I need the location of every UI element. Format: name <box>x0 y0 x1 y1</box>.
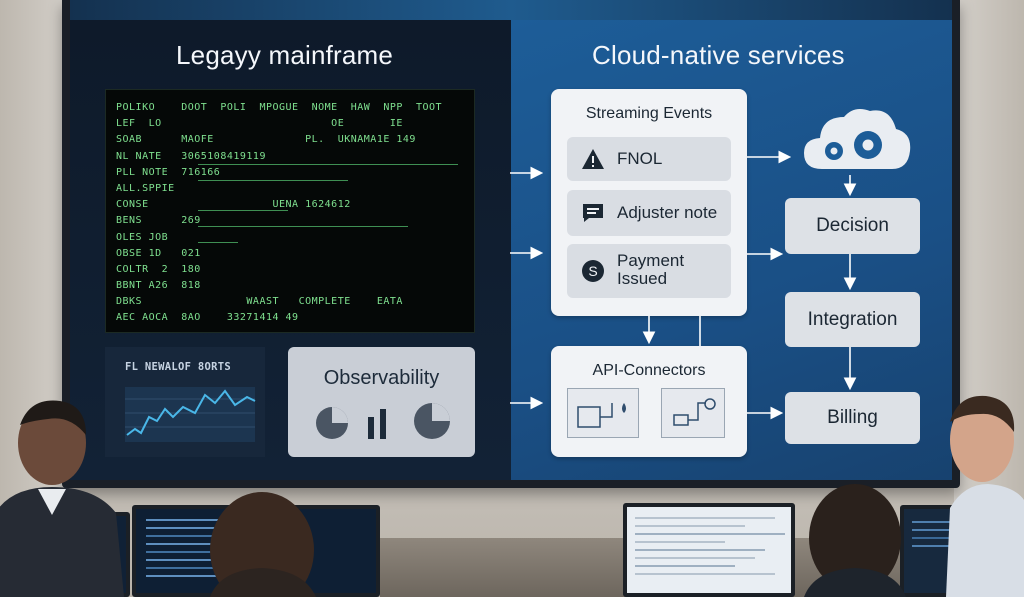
flow-arrows <box>510 150 857 420</box>
person-center-left <box>210 492 316 597</box>
person-center-right <box>804 484 906 597</box>
wall-display: Legayy mainframe Cloud-native services P… <box>70 0 952 480</box>
person-left <box>0 400 124 597</box>
monitor-center <box>623 503 795 597</box>
person-right <box>946 395 1024 597</box>
